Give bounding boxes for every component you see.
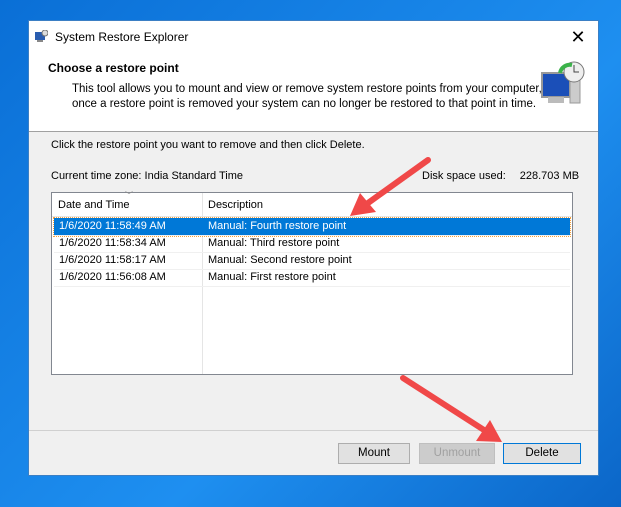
arrow-to-selected-row xyxy=(350,157,431,216)
arrow-to-delete-button xyxy=(400,375,502,442)
annotation-arrows xyxy=(350,157,502,442)
